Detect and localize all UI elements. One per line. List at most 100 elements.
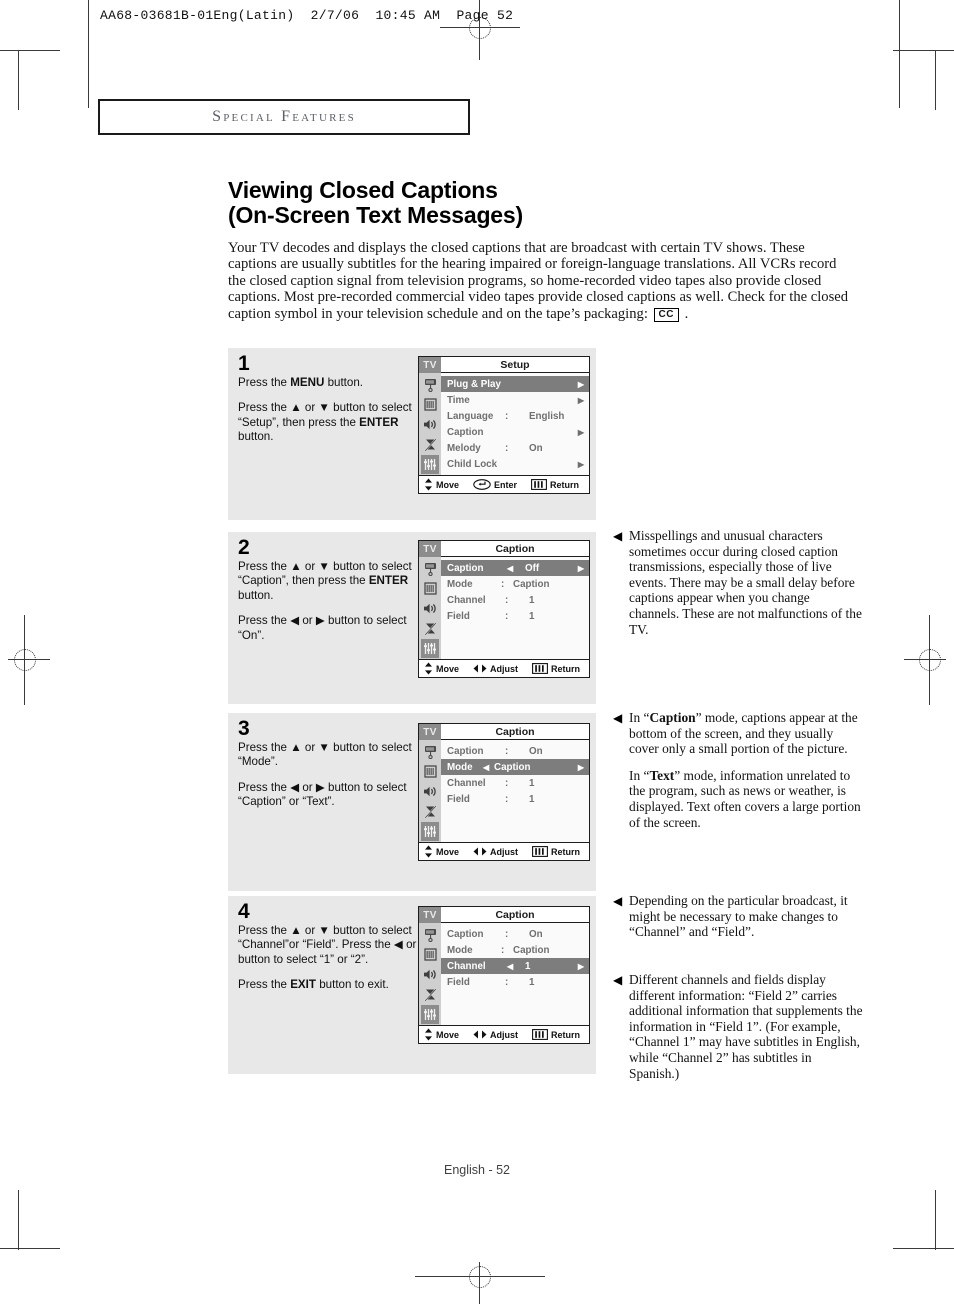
picture-icon[interactable] [421, 762, 439, 781]
osd-empty-row [441, 990, 589, 1006]
osd-hint-return: Return [532, 663, 580, 674]
osd-row-label: Field [447, 793, 470, 805]
tv-osd-menu: TV Caption Caption: On Mode ◀ Caption ▶ Channel:… [418, 723, 590, 861]
side-note: ◀ Depending on the particular broadcast, … [613, 893, 863, 940]
osd-icon-rail [419, 373, 441, 475]
no-signal-icon[interactable] [421, 985, 439, 1004]
osd-title: Setup [441, 357, 589, 373]
intro-text-after: . [684, 305, 689, 322]
antenna-icon[interactable] [421, 559, 439, 578]
osd-empty-row [441, 1006, 589, 1022]
osd-row-label: Mode [447, 944, 473, 956]
osd-menu-row[interactable]: Channel ◀ 1 ▶ [441, 958, 589, 974]
antenna-icon[interactable] [421, 742, 439, 761]
osd-right-caret-icon[interactable]: ▶ [578, 763, 584, 772]
osd-hint-label: Adjust [490, 846, 519, 857]
speaker-icon[interactable] [421, 415, 439, 434]
osd-menu-row[interactable]: Mode ◀ Caption ▶ [441, 759, 589, 775]
setup-sliders-icon[interactable] [421, 455, 439, 474]
no-signal-icon[interactable] [421, 435, 439, 454]
note-paragraph: Depending on the particular broadcast, i… [629, 893, 848, 940]
osd-hint-bar: Move Enter Return [419, 475, 589, 493]
step-paragraph: Press the ▲ or ▼ button to select “Chann… [238, 924, 429, 966]
osd-title: Caption [441, 907, 589, 923]
osd-menu-row[interactable]: Language: English [441, 408, 589, 424]
osd-left-caret-icon[interactable]: ◀ [507, 962, 513, 971]
osd-menu-row[interactable]: Channel: 1 [441, 775, 589, 791]
osd-submenu-arrow-icon[interactable]: ▶ [578, 396, 584, 405]
step-panel-3: 3 Press the ▲ or ▼ button to select “Mode… [228, 713, 596, 891]
picture-icon[interactable] [421, 579, 439, 598]
osd-menu-row[interactable]: Child Lock ▶ [441, 456, 589, 472]
osd-menu-row[interactable]: Caption: On [441, 926, 589, 942]
speaker-icon[interactable] [421, 782, 439, 801]
osd-submenu-arrow-icon[interactable]: ▶ [578, 460, 584, 469]
osd-menu-row[interactable]: Caption ▶ [441, 424, 589, 440]
enter-oval-icon [473, 479, 491, 490]
osd-hint-return: Return [532, 1029, 580, 1040]
osd-right-caret-icon[interactable]: ▶ [578, 564, 584, 573]
osd-row-label: Child Lock [447, 458, 498, 470]
osd-menu-row[interactable]: Field: 1 [441, 791, 589, 807]
page-title-line2: (On-Screen Text Messages) [228, 202, 523, 228]
osd-row-label: Field [447, 610, 470, 622]
osd-menu-row[interactable]: Mode: Caption [441, 942, 589, 958]
osd-hint-label: Return [550, 479, 580, 490]
osd-menu-row[interactable]: Mode: Caption [441, 576, 589, 592]
osd-tv-tab: TV [419, 357, 441, 373]
osd-row-label: Time [447, 394, 470, 406]
setup-sliders-icon[interactable] [421, 1005, 439, 1024]
osd-row-label: Field [447, 976, 470, 988]
osd-menu-row[interactable]: Time ▶ [441, 392, 589, 408]
return-bars-icon [531, 479, 547, 490]
osd-hint-label: Move [436, 1029, 460, 1040]
note-bullet-icon: ◀ [613, 529, 623, 543]
picture-icon[interactable] [421, 395, 439, 414]
osd-row-value: Off [525, 562, 540, 574]
osd-row-value: 1 [529, 976, 535, 988]
picture-icon[interactable] [421, 945, 439, 964]
osd-hint-move: Move [424, 845, 459, 858]
return-bars-icon [532, 663, 548, 674]
setup-sliders-icon[interactable] [421, 822, 439, 841]
osd-hint-enter: Enter [473, 479, 517, 490]
osd-left-caret-icon[interactable]: ◀ [507, 564, 513, 573]
osd-hint-label: Move [436, 846, 460, 857]
updown-arrows-icon [424, 845, 433, 858]
note-bullet-icon: ◀ [613, 711, 623, 725]
no-signal-icon[interactable] [421, 802, 439, 821]
osd-row-label: Plug & Play [447, 378, 501, 390]
no-signal-icon[interactable] [421, 619, 439, 638]
speaker-icon[interactable] [421, 965, 439, 984]
antenna-icon[interactable] [421, 375, 439, 394]
osd-menu-row[interactable]: Melody: On [441, 440, 589, 456]
note-paragraph: In “Text” mode, information unrelated to… [629, 767, 861, 830]
osd-menu-row[interactable]: Field: 1 [441, 608, 589, 624]
osd-menu-row[interactable]: Field: 1 [441, 974, 589, 990]
osd-left-caret-icon[interactable]: ◀ [483, 763, 489, 772]
antenna-icon[interactable] [421, 925, 439, 944]
osd-hint-label: Return [551, 846, 581, 857]
osd-submenu-arrow-icon[interactable]: ▶ [578, 428, 584, 437]
updown-arrows-icon [424, 1028, 433, 1041]
osd-menu-row[interactable]: Channel: 1 [441, 592, 589, 608]
crop-mark-right-bottom-horizontal [893, 1248, 954, 1249]
osd-hint-bar: Move Adjust Return [419, 842, 589, 860]
osd-submenu-arrow-icon[interactable]: ▶ [578, 380, 584, 389]
tv-osd-menu: TV Caption Caption: On Mode: Caption Channel ◀ 1… [418, 906, 590, 1044]
page-footer: English - 52 [0, 1163, 954, 1177]
speaker-icon[interactable] [421, 599, 439, 618]
osd-empty-row [441, 624, 589, 640]
osd-right-caret-icon[interactable]: ▶ [578, 962, 584, 971]
registration-mark-left [8, 615, 68, 705]
osd-menu-row[interactable]: Plug & Play ▶ [441, 376, 589, 392]
note-text: Depending on the particular broadcast, i… [629, 893, 863, 940]
step-instructions: Press the ▲ or ▼ button to select “Mode”… [238, 741, 433, 810]
step-paragraph: Press the ▲ or ▼ button to select “Mode”… [238, 741, 412, 769]
osd-menu-row[interactable]: Caption: On [441, 743, 589, 759]
osd-menu-row[interactable]: Caption ◀ Off ▶ [441, 560, 589, 576]
setup-sliders-icon[interactable] [421, 639, 439, 658]
osd-row-colon: : [505, 976, 509, 988]
note-paragraph: In “Caption” mode, captions appear at th… [629, 710, 858, 757]
note-paragraph: Different channels and fields display di… [629, 972, 863, 1081]
